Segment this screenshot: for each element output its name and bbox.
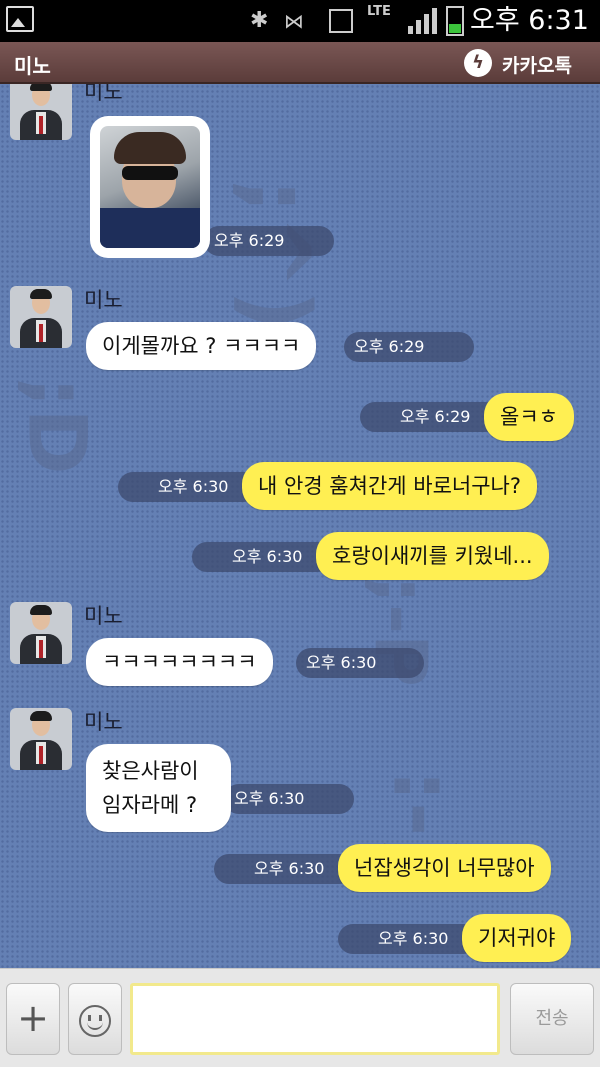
sender-name: 미노 xyxy=(84,288,123,312)
status-bar: ✱ ⋈ LTE 오후 6:31 xyxy=(0,0,600,42)
message-input[interactable] xyxy=(130,983,500,1055)
bluetooth-icon: ✱ xyxy=(250,8,269,33)
signal-icon xyxy=(408,8,438,34)
battery-icon xyxy=(446,6,464,36)
outgoing-message[interactable]: 호랑이새끼를 키웠네... xyxy=(316,532,549,580)
message-time: 오후 6:30 xyxy=(192,542,332,572)
sender-name: 미노 xyxy=(84,604,123,628)
photo-message[interactable] xyxy=(90,116,210,258)
incoming-message[interactable]: ㅋㅋㅋㅋㅋㅋㅋㅋ xyxy=(86,638,273,686)
message-time: 오후 6:30 xyxy=(224,784,354,814)
message-line: 찾은사람이 xyxy=(102,759,199,783)
outgoing-message[interactable]: 기저귀야 xyxy=(462,914,572,962)
attach-button[interactable]: + xyxy=(6,983,60,1055)
sender-name: 미노 xyxy=(84,84,123,104)
chat-area[interactable]: ;^) ;D ;-P :-) 미노 오후 6:29 미노 오후 6:29 이게몰… xyxy=(0,84,600,968)
outgoing-message[interactable]: 올ㅋㅎ xyxy=(484,393,574,441)
status-time: 오후 6:31 xyxy=(470,5,589,36)
avatar[interactable] xyxy=(10,286,72,348)
outgoing-message[interactable]: 넌잡생각이 너무많아 xyxy=(338,844,551,892)
message-time: 오후 6:29 xyxy=(360,402,500,432)
incoming-message[interactable]: 이게몰까요 ? ㅋㅋㅋㅋ xyxy=(86,322,317,370)
avatar[interactable] xyxy=(10,602,72,664)
message-time: 오후 6:30 xyxy=(338,924,478,954)
message-time: 오후 6:30 xyxy=(118,472,258,502)
avatar[interactable] xyxy=(10,708,72,770)
message-line: 임자라메 ? xyxy=(102,793,198,817)
chat-title: 미노 xyxy=(14,54,51,78)
avatar[interactable] xyxy=(10,84,72,140)
message-input-bar: + 전송 xyxy=(0,968,600,1067)
message-time: 오후 6:29 xyxy=(204,226,334,256)
incoming-message[interactable]: 찾은사람이 임자라메 ? xyxy=(86,744,231,832)
smiley-icon xyxy=(79,1005,111,1037)
emoticon-button[interactable] xyxy=(68,983,122,1055)
plus-icon: + xyxy=(17,996,49,1040)
nfc-icon: ⋈ xyxy=(284,9,304,33)
chat-title-bar: 미노 ϟ 카카오톡 xyxy=(0,42,600,84)
send-button[interactable]: 전송 xyxy=(510,983,594,1055)
message-time: 오후 6:29 xyxy=(344,332,474,362)
message-time: 오후 6:30 xyxy=(214,854,354,884)
brand-label: 카카오톡 xyxy=(502,55,572,77)
emoticon-decoration: ;D xyxy=(10,376,104,475)
outgoing-message[interactable]: 내 안경 훔쳐간게 바로너구나? xyxy=(242,462,538,510)
kakaotalk-logo-icon: ϟ xyxy=(464,49,492,77)
shared-photo[interactable] xyxy=(100,126,200,248)
message-time: 오후 6:30 xyxy=(296,648,424,678)
gallery-icon xyxy=(6,6,34,32)
sender-name: 미노 xyxy=(84,710,123,734)
picture-icon xyxy=(329,9,353,33)
sunglasses-icon xyxy=(122,166,178,180)
lte-icon: LTE xyxy=(367,4,391,19)
